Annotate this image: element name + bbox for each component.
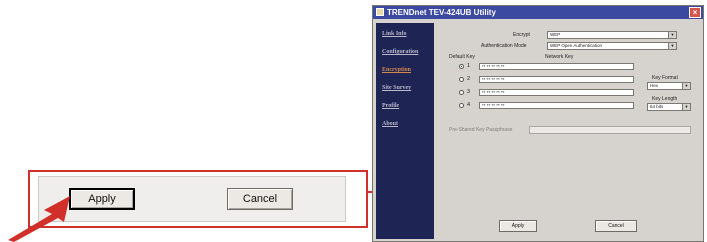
- close-icon[interactable]: ×: [689, 7, 701, 18]
- auth-mode-value: WEP Open Authentication: [550, 43, 602, 48]
- nav-about[interactable]: About: [382, 121, 398, 127]
- chevron-down-icon: ▼: [682, 83, 690, 89]
- key-4-value: ** ** ** ** **: [482, 103, 505, 108]
- sidebar-nav: Link Info Configuration Encryption Site …: [376, 23, 434, 239]
- nav-profile[interactable]: Profile: [382, 103, 399, 109]
- key-length-label: Key Length: [652, 96, 678, 102]
- key-1-input[interactable]: ** ** ** ** **: [479, 63, 634, 70]
- cancel-button[interactable]: Cancel: [595, 220, 637, 232]
- window-titlebar: TRENDnet TEV-424UB Utility ×: [373, 6, 703, 19]
- key-4-number: 4: [467, 102, 471, 108]
- nav-site-survey[interactable]: Site Survey: [382, 85, 411, 91]
- key-2-number: 2: [467, 76, 471, 82]
- network-key-label: Network Key: [545, 54, 574, 60]
- key-3-number: 3: [467, 89, 471, 95]
- apply-button[interactable]: Apply: [499, 220, 537, 232]
- passphrase-label: Pre-Shared Key Passphrase: [449, 127, 513, 133]
- key-4-input[interactable]: ** ** ** ** **: [479, 102, 634, 109]
- auth-mode-select[interactable]: WEP Open Authentication ▼: [547, 42, 677, 50]
- default-key-label: Default Key: [449, 54, 475, 60]
- utility-window: TRENDnet TEV-424UB Utility × Link Info C…: [372, 5, 704, 242]
- key-2-input[interactable]: ** ** ** ** **: [479, 76, 634, 83]
- key-format-value: Hex: [650, 83, 659, 88]
- key-1-radio[interactable]: [459, 64, 464, 69]
- red-pointer-arrow-icon: [8, 196, 70, 242]
- chevron-down-icon: ▼: [668, 43, 676, 49]
- encrypt-label: Encrypt: [513, 32, 530, 38]
- encryption-panel: Encrypt WEP ▼ Authentication Mode WEP Op…: [437, 23, 699, 239]
- nav-link-info[interactable]: Link Info: [382, 31, 407, 37]
- key-4-radio[interactable]: [459, 103, 464, 108]
- key-2-radio[interactable]: [459, 77, 464, 82]
- key-1-value: ** ** ** ** **: [482, 64, 505, 69]
- nav-encryption[interactable]: Encryption: [382, 67, 411, 73]
- key-3-input[interactable]: ** ** ** ** **: [479, 89, 634, 96]
- passphrase-input[interactable]: [529, 126, 691, 134]
- key-3-radio[interactable]: [459, 90, 464, 95]
- auth-mode-label: Authentication Mode: [481, 43, 527, 49]
- encrypt-select[interactable]: WEP ▼: [547, 31, 677, 39]
- key-3-value: ** ** ** ** **: [482, 90, 505, 95]
- nav-configuration[interactable]: Configuration: [382, 49, 418, 55]
- key-format-select[interactable]: Hex ▼: [647, 82, 691, 90]
- chevron-down-icon: ▼: [682, 104, 690, 110]
- key-format-label: Key Format: [652, 75, 678, 81]
- chevron-down-icon: ▼: [668, 32, 676, 38]
- key-2-value: ** ** ** ** **: [482, 77, 505, 82]
- app-icon: [376, 8, 384, 16]
- key-length-value: 64 bits: [650, 104, 664, 109]
- encrypt-value: WEP: [550, 32, 561, 37]
- window-title: TRENDnet TEV-424UB Utility: [387, 8, 496, 17]
- key-length-select[interactable]: 64 bits ▼: [647, 103, 691, 111]
- key-1-number: 1: [467, 63, 471, 69]
